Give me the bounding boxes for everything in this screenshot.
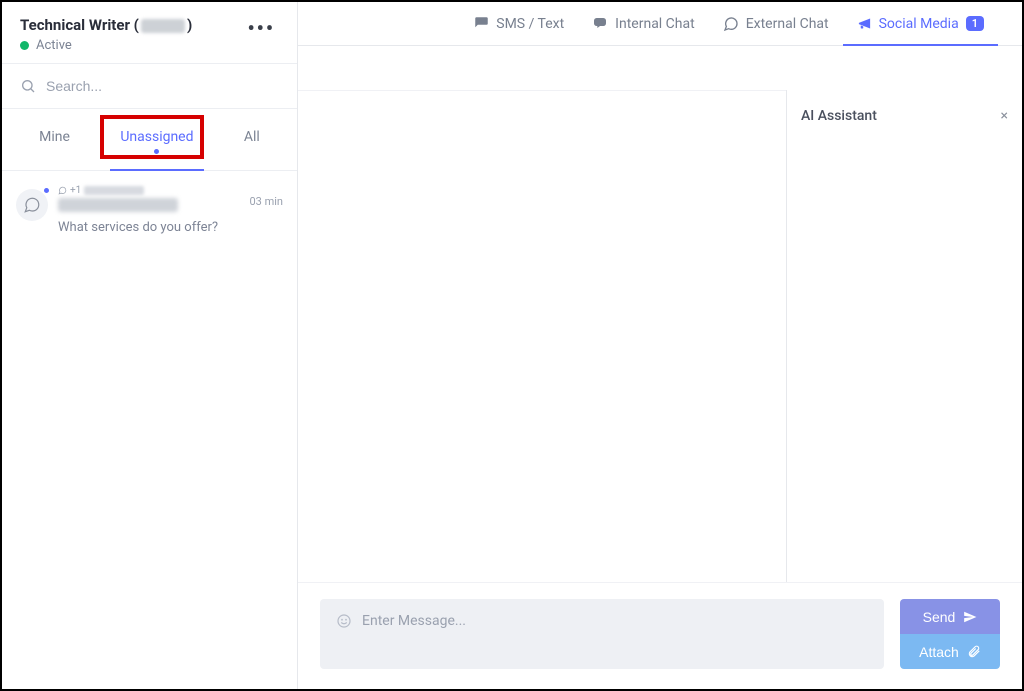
sms-icon bbox=[474, 16, 489, 31]
conversation-channel-icon-wrap bbox=[16, 189, 48, 221]
channel-tab-sms-label: SMS / Text bbox=[496, 16, 564, 32]
user-title-prefix: Technical Writer ( bbox=[20, 16, 139, 34]
chat-body bbox=[298, 90, 786, 582]
phone-small-icon bbox=[58, 186, 67, 195]
composer-buttons: Send Attach bbox=[900, 599, 1000, 669]
filter-tab-unassigned-label: Unassigned bbox=[120, 129, 193, 145]
main-area: SMS / Text Internal Chat External Chat S… bbox=[298, 2, 1022, 689]
search-row[interactable] bbox=[2, 64, 297, 109]
user-title: Technical Writer () bbox=[20, 16, 243, 34]
redacted-contact-name bbox=[58, 198, 178, 212]
send-button-label: Send bbox=[923, 609, 956, 625]
emoji-icon[interactable] bbox=[336, 613, 352, 633]
whatsapp-icon bbox=[23, 196, 41, 214]
ai-panel-close-button[interactable]: × bbox=[1001, 108, 1008, 124]
megaphone-icon bbox=[857, 16, 872, 31]
more-menu-button[interactable]: ••• bbox=[243, 16, 279, 40]
channel-tabs: SMS / Text Internal Chat External Chat S… bbox=[298, 2, 1022, 46]
filter-tab-all[interactable]: All bbox=[234, 125, 270, 170]
search-input[interactable] bbox=[46, 78, 279, 94]
status-dot-icon bbox=[20, 41, 29, 50]
attach-button-label: Attach bbox=[919, 644, 959, 660]
conversation-phone-prefix: +1 bbox=[70, 185, 81, 196]
unread-badge-dot bbox=[43, 187, 50, 194]
search-icon bbox=[20, 78, 36, 94]
sidebar-header: Technical Writer () Active ••• bbox=[2, 2, 297, 64]
channel-tab-sms[interactable]: SMS / Text bbox=[460, 2, 578, 45]
filter-tab-all-label: All bbox=[244, 129, 260, 145]
channel-tab-external-label: External Chat bbox=[746, 16, 829, 32]
social-badge: 1 bbox=[966, 16, 984, 31]
channel-tab-internal-label: Internal Chat bbox=[615, 16, 695, 32]
conversation-time: 03 min bbox=[250, 195, 284, 235]
composer-row: Send Attach bbox=[298, 582, 1022, 689]
channel-tab-external[interactable]: External Chat bbox=[709, 2, 843, 45]
conversation-main: +1 What services do you offer? bbox=[58, 185, 240, 235]
tab-underline bbox=[110, 169, 203, 171]
conversation-phone-line: +1 bbox=[58, 185, 240, 196]
user-title-block: Technical Writer () Active bbox=[20, 16, 243, 53]
conversation-preview: What services do you offer? bbox=[58, 220, 240, 235]
status-text: Active bbox=[36, 38, 72, 53]
message-input[interactable] bbox=[362, 613, 868, 645]
chat-icon bbox=[592, 16, 608, 32]
filter-tab-unassigned[interactable]: Unassigned bbox=[110, 125, 203, 170]
chat-area bbox=[298, 46, 786, 582]
conversation-list: +1 What services do you offer? 03 min bbox=[2, 171, 297, 689]
redacted-phone bbox=[84, 186, 144, 195]
conversation-item[interactable]: +1 What services do you offer? 03 min bbox=[2, 171, 297, 249]
channel-tab-social-label: Social Media bbox=[879, 16, 959, 32]
attach-icon bbox=[967, 645, 981, 659]
status-row: Active bbox=[20, 38, 243, 53]
filter-tabs: Mine Unassigned All bbox=[2, 109, 297, 171]
external-chat-icon bbox=[723, 16, 739, 32]
send-icon bbox=[963, 610, 977, 624]
filter-tab-mine[interactable]: Mine bbox=[29, 125, 80, 170]
redacted-username bbox=[141, 19, 185, 33]
channel-tab-social[interactable]: Social Media 1 bbox=[843, 2, 998, 45]
channel-tab-internal[interactable]: Internal Chat bbox=[578, 2, 709, 45]
unread-dot-icon bbox=[154, 149, 159, 154]
filter-tab-mine-label: Mine bbox=[39, 129, 70, 145]
ai-assistant-panel: AI Assistant × bbox=[786, 90, 1022, 582]
sidebar: Technical Writer () Active ••• Mine Unas… bbox=[2, 2, 298, 689]
ai-panel-title: AI Assistant bbox=[801, 108, 877, 124]
content-row: AI Assistant × bbox=[298, 46, 1022, 582]
ai-panel-header: AI Assistant × bbox=[801, 108, 1008, 124]
send-button[interactable]: Send bbox=[900, 599, 1000, 634]
attach-button[interactable]: Attach bbox=[900, 634, 1000, 669]
user-title-suffix: ) bbox=[187, 16, 192, 34]
message-box[interactable] bbox=[320, 599, 884, 669]
